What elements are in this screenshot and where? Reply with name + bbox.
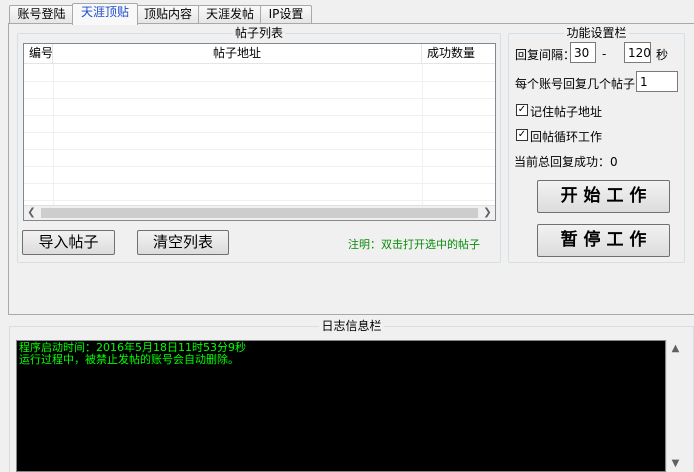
list-row xyxy=(24,82,495,99)
replies-per-account-label: 每个账号回复几个帖子： xyxy=(515,77,648,91)
column-header-success-count[interactable]: 成功数量 xyxy=(422,44,495,64)
scroll-left-icon[interactable]: ❮ xyxy=(24,206,39,220)
clear-list-button[interactable]: 清空列表 xyxy=(137,230,229,255)
post-list-view[interactable]: 编号 帖子地址 成功数量 ❮ ❯ xyxy=(23,43,496,221)
list-row xyxy=(24,184,495,201)
hscroll-thumb[interactable] xyxy=(41,208,478,218)
post-list-hscrollbar[interactable]: ❮ ❯ xyxy=(24,205,495,220)
scroll-right-icon[interactable]: ❯ xyxy=(480,206,495,220)
tab-account-login[interactable]: 账号登陆 xyxy=(9,5,74,24)
remember-url-label[interactable]: 记住帖子地址 xyxy=(530,103,602,120)
double-click-note: 注明：双击打开选中的帖子 xyxy=(348,238,480,251)
start-work-button[interactable]: 开 始 工 作 xyxy=(537,180,670,213)
tab-ip-settings[interactable]: IP设置 xyxy=(260,5,312,24)
scroll-down-icon[interactable]: ▼ xyxy=(667,455,684,472)
log-title: 日志信息栏 xyxy=(319,319,384,333)
interval-max-input[interactable] xyxy=(624,42,651,63)
list-row xyxy=(24,65,495,82)
loop-reply-checkbox[interactable]: ✓ xyxy=(516,129,528,141)
remember-url-checkbox[interactable]: ✓ xyxy=(516,104,528,116)
log-output[interactable]: 程序启动时间：2016年5月18日11时53分9秒 运行过程中，被禁止发帖的账号… xyxy=(16,340,666,472)
interval-min-input[interactable] xyxy=(570,42,596,63)
reply-interval-label: 回复间隔： xyxy=(515,48,576,62)
post-list-title: 帖子列表 xyxy=(232,26,285,40)
replies-per-account-input[interactable] xyxy=(636,71,678,92)
tab-bump-content[interactable]: 顶贴内容 xyxy=(136,5,200,24)
list-row xyxy=(24,116,495,133)
list-row xyxy=(24,133,495,150)
column-header-url[interactable]: 帖子地址 xyxy=(53,44,422,64)
list-row xyxy=(24,150,495,167)
total-success-label: 当前总回复成功：0 xyxy=(514,155,618,169)
scroll-up-icon[interactable]: ▲ xyxy=(667,340,684,357)
tab-tianya-post[interactable]: 天涯发帖 xyxy=(198,5,262,24)
log-line: 运行过程中，被禁止发帖的账号会自动删除。 xyxy=(19,353,239,366)
log-vscrollbar[interactable]: ▲ ▼ xyxy=(666,340,683,472)
settings-title: 功能设置栏 xyxy=(564,26,629,40)
import-posts-button[interactable]: 导入帖子 xyxy=(22,230,115,255)
list-row xyxy=(24,167,495,184)
post-list-header: 编号 帖子地址 成功数量 xyxy=(24,44,495,64)
list-row xyxy=(24,99,495,116)
interval-unit-label: 秒 xyxy=(656,48,669,62)
column-header-id[interactable]: 编号 xyxy=(24,44,53,64)
tab-strip: 账号登陆 天涯顶贴 顶贴内容 天涯发帖 IP设置 xyxy=(0,0,694,25)
tab-tianya-bump[interactable]: 天涯顶贴 xyxy=(72,3,138,25)
pause-work-button[interactable]: 暂 停 工 作 xyxy=(537,224,670,257)
interval-separator: - xyxy=(602,47,607,61)
loop-reply-label[interactable]: 回帖循环工作 xyxy=(530,128,602,145)
